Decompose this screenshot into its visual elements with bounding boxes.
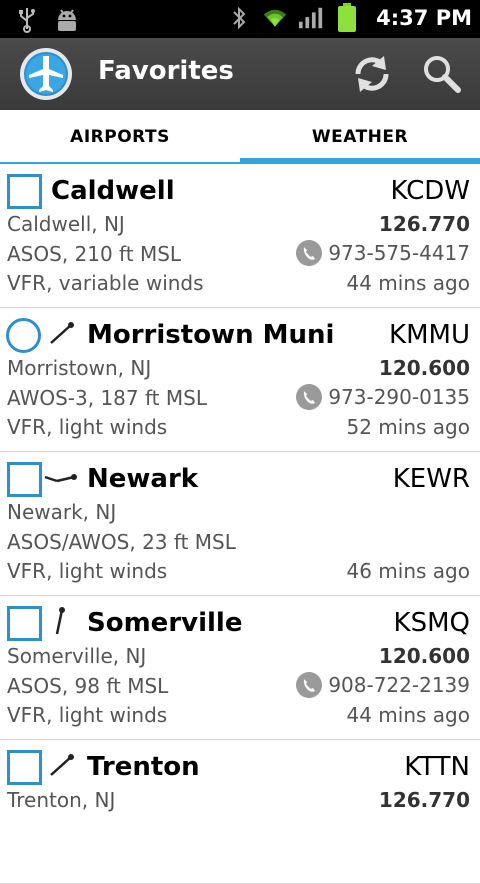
tab-airports[interactable]: AIRPORTS <box>0 110 240 164</box>
report-age: 44 mins ago <box>346 703 471 727</box>
airport-name: Somerville <box>87 608 243 638</box>
runway-horizontal-icon <box>44 474 77 483</box>
page-title: Favorites <box>98 56 234 86</box>
battery-icon <box>334 3 360 32</box>
station-info: ASOS, 98 ft MSL <box>7 674 169 698</box>
conditions: VFR, variable winds <box>7 271 204 295</box>
conditions: VFR, light winds <box>7 415 168 439</box>
phone-number[interactable]: 908-722-2139 <box>328 673 470 697</box>
report-age: 52 mins ago <box>346 415 471 439</box>
airport-code: KMMU <box>389 320 470 350</box>
station-info: AWOS-3, 187 ft MSL <box>7 386 207 410</box>
tab-weather[interactable]: WEATHER <box>240 110 480 164</box>
runway-vertical-icon <box>55 607 65 635</box>
list-item[interactable]: Morristown Muni KMMU Morristown, NJ 120.… <box>0 308 480 452</box>
phone-number[interactable]: 973-575-4417 <box>328 241 470 265</box>
phone-link[interactable]: 973-575-4417 <box>296 240 470 266</box>
airport-frequency: 120.600 <box>378 356 470 380</box>
airport-location: Morristown, NJ <box>7 356 152 380</box>
list-item[interactable]: Caldwell KCDW Caldwell, NJ 126.770 ASOS,… <box>0 164 480 308</box>
airport-name: Caldwell <box>51 176 175 206</box>
airport-location: Somerville, NJ <box>7 644 147 668</box>
phone-icon <box>296 672 323 698</box>
conditions: VFR, light winds <box>7 703 168 727</box>
search-button[interactable] <box>420 52 464 96</box>
station-info: ASOS/AWOS, 23 ft MSL <box>7 530 236 554</box>
favorite-checkbox[interactable] <box>7 606 42 641</box>
airport-name: Trenton <box>87 752 200 782</box>
airport-code: KTTN <box>404 752 470 782</box>
airport-code: KEWR <box>392 464 470 494</box>
airport-code: KCDW <box>390 176 470 206</box>
bluetooth-icon <box>226 4 252 32</box>
refresh-icon <box>355 56 389 92</box>
list-item[interactable]: Somerville KSMQ Somerville, NJ 120.600 A… <box>0 596 480 740</box>
conditions: VFR, light winds <box>7 559 168 583</box>
airport-location: Caldwell, NJ <box>7 212 125 236</box>
airport-location: Newark, NJ <box>7 500 117 524</box>
favorite-checkbox[interactable] <box>7 750 42 785</box>
favorite-checkbox[interactable] <box>7 462 42 497</box>
action-bar: Favorites <box>0 38 480 110</box>
refresh-button[interactable] <box>350 52 394 96</box>
airport-code: KSMQ <box>393 608 470 638</box>
phone-icon <box>296 240 323 266</box>
signal-icon <box>298 4 324 32</box>
list-item[interactable]: Newark KEWR Newark, NJ ASOS/AWOS, 23 ft … <box>0 452 480 596</box>
station-info: ASOS, 210 ft MSL <box>7 242 182 266</box>
favorites-list: Caldwell KCDW Caldwell, NJ 126.770 ASOS,… <box>0 164 480 884</box>
airplane-logo-icon[interactable] <box>18 46 74 102</box>
phone-icon <box>296 384 323 410</box>
list-item[interactable]: Trenton KTTN Trenton, NJ 126.770 <box>0 740 480 884</box>
airport-location: Trenton, NJ <box>7 788 116 812</box>
phone-number[interactable]: 973-290-0135 <box>328 385 470 409</box>
report-age: 46 mins ago <box>346 559 471 583</box>
favorite-radio[interactable] <box>6 318 41 353</box>
status-time: 4:37 PM <box>376 6 472 30</box>
search-icon <box>424 56 461 93</box>
tab-bar: AIRPORTS WEATHER <box>0 110 480 165</box>
airport-frequency: 126.770 <box>378 788 470 812</box>
runway-diagonal-icon <box>50 322 74 344</box>
usb-icon <box>14 6 40 34</box>
runway-diagonal-icon <box>50 754 74 776</box>
status-bar: 4:37 PM <box>0 0 480 38</box>
airport-frequency: 126.770 <box>378 212 470 236</box>
airport-name: Newark <box>87 464 199 494</box>
airport-name: Morristown Muni <box>87 320 335 350</box>
android-debug-icon <box>54 6 80 34</box>
report-age: 44 mins ago <box>346 271 471 295</box>
phone-link[interactable]: 973-290-0135 <box>296 384 470 410</box>
phone-link[interactable]: 908-722-2139 <box>296 672 470 698</box>
airport-frequency: 120.600 <box>378 644 470 668</box>
wifi-icon <box>262 4 288 32</box>
favorite-checkbox[interactable] <box>7 174 42 209</box>
